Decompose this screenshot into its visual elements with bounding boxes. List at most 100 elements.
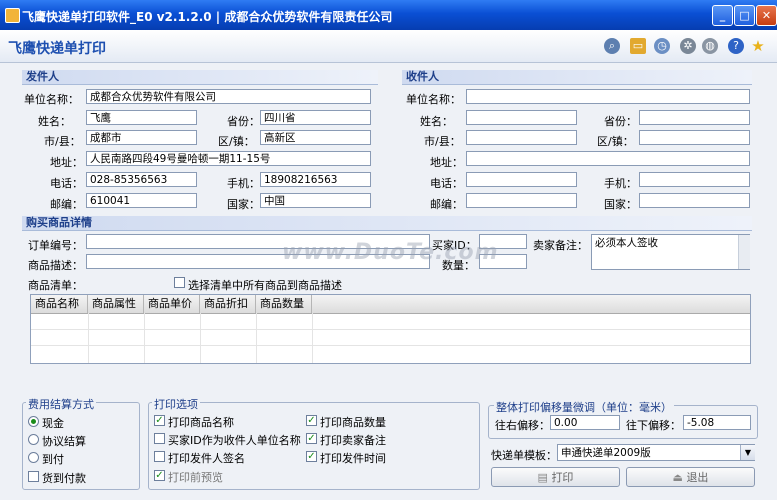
sender-mobile-label: 手机： xyxy=(227,177,260,190)
offset-down-label: 往下偏移： xyxy=(626,419,681,432)
clock-icon[interactable]: ◷ xyxy=(654,38,670,54)
receiver-country-input[interactable] xyxy=(639,193,750,208)
receiver-address-input[interactable] xyxy=(466,151,750,166)
receiver-mobile-label: 手机： xyxy=(604,177,637,190)
receiver-name-input[interactable] xyxy=(466,110,577,125)
select-all-label: 选择清单中所有商品到商品描述 xyxy=(188,279,342,292)
payment-agreement-label: 协议结算 xyxy=(42,435,86,448)
receiver-phone-input[interactable] xyxy=(466,172,577,187)
receiver-country-label: 国家： xyxy=(604,198,637,211)
print-button[interactable]: ▤ 打印 xyxy=(491,467,620,487)
print-sender-sign-label: 打印发件人签名 xyxy=(168,452,245,465)
star-icon[interactable]: ★ xyxy=(750,38,766,54)
seller-note-label: 卖家备注： xyxy=(533,239,588,252)
maximize-button[interactable]: □ xyxy=(734,5,755,26)
sender-province-input[interactable]: 四川省 xyxy=(260,110,371,125)
receiver-city-input[interactable] xyxy=(466,130,577,145)
sender-phone-input[interactable]: 028-85356563 xyxy=(86,172,197,187)
exit-button[interactable]: ⏏ 退出 xyxy=(626,467,755,487)
payment-cash-label: 现金 xyxy=(42,417,64,430)
receiver-name-label: 姓名： xyxy=(420,115,453,128)
sender-name-input[interactable]: 飞鹰 xyxy=(86,110,197,125)
print-preview-checkbox[interactable]: ✓ xyxy=(154,470,165,481)
app-header: 飞鹰快递单打印 ⌕ ▭ ◷ ✲ ◍ ? ★ xyxy=(0,30,777,63)
receiver-district-input[interactable] xyxy=(639,130,750,145)
payment-agreement-radio[interactable] xyxy=(28,434,39,445)
receiver-zip-input[interactable] xyxy=(466,193,577,208)
receiver-province-input[interactable] xyxy=(639,110,750,125)
col-goods-qty[interactable]: 商品数量 xyxy=(256,295,312,313)
goods-table[interactable]: 商品名称 商品属性 商品单价 商品折扣 商品数量 xyxy=(30,294,751,364)
buyer-id-as-company-label: 买家ID作为收件人单位名称 xyxy=(168,434,301,447)
chevron-down-icon[interactable]: ▼ xyxy=(740,445,755,460)
receiver-phone-label: 电话： xyxy=(430,177,463,190)
payment-collect-label: 到付 xyxy=(42,453,64,466)
printer-icon: ▤ xyxy=(537,471,552,484)
offset-right-input[interactable]: 0.00 xyxy=(550,415,620,430)
cod-checkbox[interactable] xyxy=(28,471,39,482)
receiver-district-label: 区/镇： xyxy=(597,135,634,148)
watermark: www.DuoTe.com xyxy=(282,240,499,265)
cod-label: 货到付款 xyxy=(42,472,86,485)
sender-zip-input[interactable]: 610041 xyxy=(86,193,197,208)
print-goods-name-checkbox[interactable]: ✓ xyxy=(154,415,165,426)
minimize-button[interactable]: _ xyxy=(712,5,733,26)
goods-list-label: 商品清单： xyxy=(28,279,83,292)
sender-country-input[interactable]: 中国 xyxy=(260,193,371,208)
col-goods-name[interactable]: 商品名称 xyxy=(31,295,88,313)
print-sender-sign-checkbox[interactable] xyxy=(154,451,165,462)
gear-icon[interactable]: ✲ xyxy=(680,38,696,54)
network-icon[interactable]: ◍ xyxy=(702,38,718,54)
receiver-zip-label: 邮编： xyxy=(430,198,463,211)
app-icon xyxy=(5,8,20,23)
folder-icon[interactable]: ▭ xyxy=(630,38,646,54)
payment-group-title: 费用结算方式 xyxy=(26,396,96,412)
offset-group-title: 整体打印偏移量微调（单位：毫米） xyxy=(494,399,674,415)
print-options-title: 打印选项 xyxy=(152,396,200,412)
receiver-mobile-input[interactable] xyxy=(639,172,750,187)
sender-address-input[interactable]: 人民南路四段49号曼哈顿一期11-15号 xyxy=(86,151,371,166)
sender-district-label: 区/镇： xyxy=(218,135,255,148)
print-goods-name-label: 打印商品名称 xyxy=(168,416,234,429)
print-send-time-checkbox[interactable]: ✓ xyxy=(306,451,317,462)
receiver-province-label: 省份： xyxy=(604,115,637,128)
receiver-section-title: 收件人 xyxy=(402,70,752,85)
col-goods-discount[interactable]: 商品折扣 xyxy=(200,295,256,313)
col-goods-price[interactable]: 商品单价 xyxy=(144,295,200,313)
payment-collect-radio[interactable] xyxy=(28,452,39,463)
search-icon[interactable]: ⌕ xyxy=(604,38,620,54)
col-goods-attr[interactable]: 商品属性 xyxy=(88,295,144,313)
close-button[interactable]: ✕ xyxy=(756,5,777,26)
goods-section-title: 购买商品详情 xyxy=(22,216,752,231)
help-icon[interactable]: ? xyxy=(728,38,744,54)
template-select[interactable]: 申通快递单2009版 xyxy=(557,444,755,461)
sender-company-input[interactable]: 成都合众优势软件有限公司 xyxy=(86,89,371,104)
receiver-company-input[interactable] xyxy=(466,89,750,104)
seller-note-scrollbar[interactable] xyxy=(738,235,750,269)
sender-province-label: 省份： xyxy=(227,115,260,128)
sender-address-label: 地址： xyxy=(50,156,83,169)
sender-name-label: 姓名： xyxy=(38,115,71,128)
buyer-id-as-company-checkbox[interactable] xyxy=(154,433,165,444)
sender-country-label: 国家： xyxy=(227,198,260,211)
payment-cash-radio[interactable] xyxy=(28,416,39,427)
print-goods-qty-checkbox[interactable]: ✓ xyxy=(306,415,317,426)
exit-button-label: 退出 xyxy=(686,471,709,484)
select-all-checkbox[interactable] xyxy=(174,277,185,288)
offset-down-input[interactable]: -5.08 xyxy=(683,415,751,430)
template-label: 快递单模板： xyxy=(491,449,557,462)
print-seller-note-checkbox[interactable]: ✓ xyxy=(306,433,317,444)
sender-district-input[interactable]: 高新区 xyxy=(260,130,371,145)
receiver-city-label: 市/县： xyxy=(424,135,461,148)
seller-note-textarea[interactable]: 必须本人签收 xyxy=(591,234,750,270)
print-button-label: 打印 xyxy=(551,471,574,484)
receiver-company-label: 单位名称： xyxy=(406,93,461,106)
title-bar: 飞鹰快递单打印软件_E0 v2.1.2.0 | 成都合众优势软件有限责任公司 _… xyxy=(0,0,777,30)
print-send-time-label: 打印发件时间 xyxy=(320,452,386,465)
sender-city-input[interactable]: 成都市 xyxy=(86,130,197,145)
order-number-label: 订单编号： xyxy=(28,239,83,252)
goods-table-header: 商品名称 商品属性 商品单价 商品折扣 商品数量 xyxy=(31,295,750,314)
sender-mobile-input[interactable]: 18908216563 xyxy=(260,172,371,187)
goods-desc-label: 商品描述： xyxy=(28,259,83,272)
sender-zip-label: 邮编： xyxy=(50,198,83,211)
